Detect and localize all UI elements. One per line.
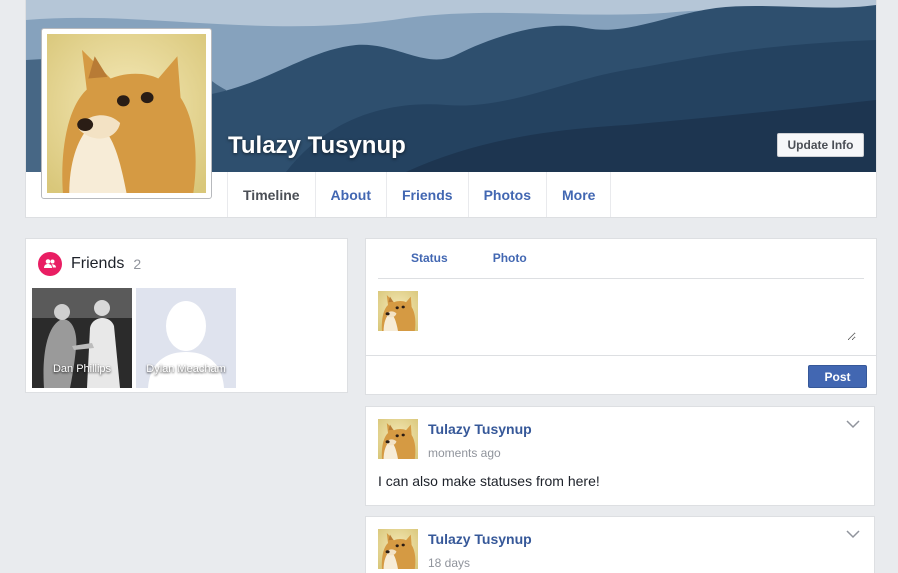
post-avatar[interactable] — [378, 419, 418, 459]
post-timestamp[interactable]: 18 days — [428, 556, 470, 570]
tab-photos[interactable]: Photos — [469, 172, 548, 217]
friends-count: 2 — [133, 256, 142, 272]
friend-tile[interactable]: Dylan Meacham — [136, 288, 236, 388]
profile-picture[interactable] — [41, 28, 212, 199]
composer-tabs: Status Photo — [378, 239, 864, 279]
friend-tile[interactable]: Dan Phillips — [32, 288, 132, 388]
post-avatar[interactable] — [378, 529, 418, 569]
post-author[interactable]: Tulazy Tusynup — [428, 531, 532, 547]
chevron-down-icon[interactable] — [846, 419, 860, 429]
post-author[interactable]: Tulazy Tusynup — [428, 421, 532, 437]
status-post: Tulazy Tusynup moments ago I can also ma… — [365, 406, 875, 506]
profile-picture-image — [47, 34, 206, 193]
chevron-down-icon[interactable] — [846, 529, 860, 539]
profile-name[interactable]: Tulazy Tusynup — [228, 132, 406, 160]
profile-nav: Timeline About Friends Photos More — [227, 172, 612, 217]
post-timestamp[interactable]: moments ago — [428, 446, 501, 460]
composer-footer: Post — [366, 355, 876, 394]
profile-header: Tulazy Tusynup Update Info Timeline Abou… — [25, 0, 877, 218]
post-button[interactable]: Post — [808, 365, 867, 388]
tab-friends[interactable]: Friends — [387, 172, 469, 217]
composer-tab-photo[interactable]: Photo — [493, 251, 527, 278]
tab-timeline[interactable]: Timeline — [227, 172, 316, 217]
friend-name: Dylan Meacham — [146, 363, 226, 375]
friends-header[interactable]: Friends 2 — [38, 252, 141, 276]
friend-name: Dan Phillips — [52, 363, 112, 375]
friends-title: Friends — [71, 255, 125, 272]
tab-about[interactable]: About — [316, 172, 387, 217]
composer-tab-status[interactable]: Status — [411, 251, 448, 278]
post-text: I can also make statuses from here! — [378, 473, 600, 489]
composer-avatar — [378, 291, 418, 331]
status-input[interactable] — [426, 291, 856, 341]
people-icon — [38, 252, 62, 276]
friends-card: Friends 2 Dan Phillips Dylan Meacham — [25, 238, 348, 393]
status-post: Tulazy Tusynup 18 days — [365, 516, 875, 573]
status-composer: Status Photo Post — [365, 238, 877, 395]
tab-more[interactable]: More — [547, 172, 612, 217]
update-info-button[interactable]: Update Info — [777, 133, 864, 157]
